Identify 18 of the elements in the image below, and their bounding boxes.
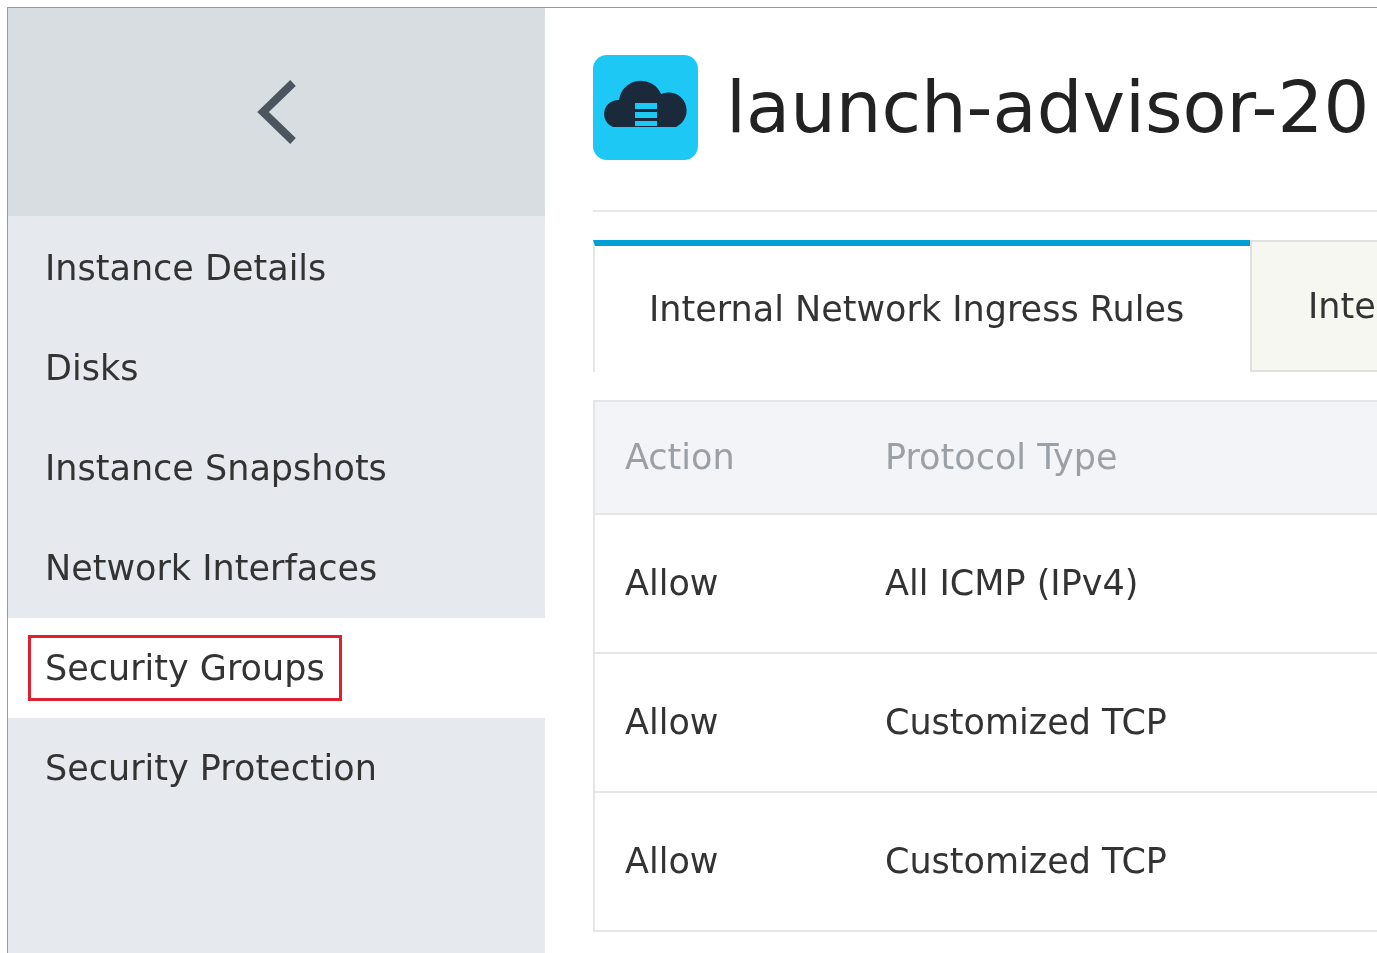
table-cell: All ICMP (IPv4) [885,563,1139,604]
cloud-server-icon [593,54,698,160]
sidebar-item[interactable]: Security Groups [28,634,342,702]
table-cell: Allow [625,702,719,743]
tab[interactable]: Internal Network Ingress Rules [593,240,1250,372]
tab[interactable]: Inte [1250,240,1377,372]
page-title: launch-advisor-20 [726,71,1370,143]
column-header: Protocol Type [885,437,1118,478]
table-cell: Customized TCP [885,702,1167,743]
sidebar-item[interactable]: Instance Details [28,234,344,302]
sidebar-item[interactable]: Disks [28,334,156,402]
column-header: Action [625,437,735,478]
sidebar-item[interactable]: Security Protection [28,734,394,802]
sidebar-item[interactable]: Instance Snapshots [28,434,404,502]
sidebar-item[interactable]: Network Interfaces [28,534,395,602]
table-cell: Allow [625,841,719,882]
table-cell: Customized TCP [885,841,1167,882]
table-cell: Allow [625,563,719,604]
